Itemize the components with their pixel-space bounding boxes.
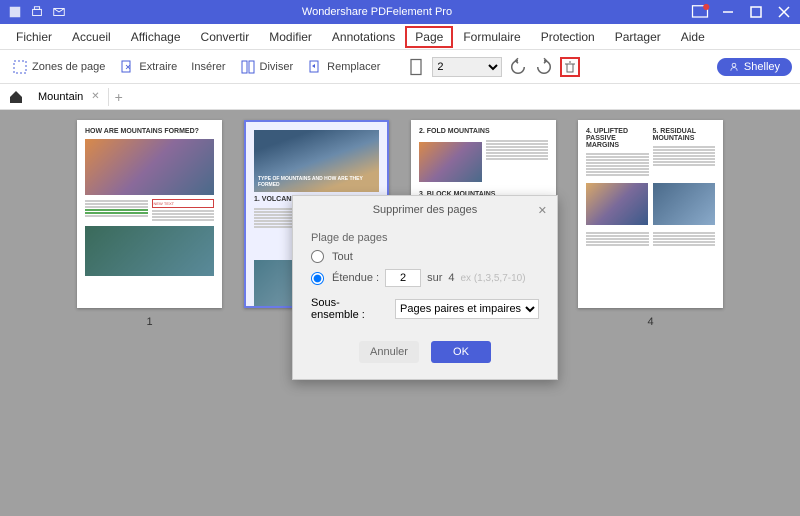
page-number: 4 (647, 316, 653, 328)
dialog-close-icon[interactable]: ✕ (538, 204, 547, 217)
menu-convertir[interactable]: Convertir (191, 26, 260, 48)
menu-fichier[interactable]: Fichier (6, 26, 62, 48)
tool-zones[interactable]: Zones de page (8, 56, 109, 78)
menu-modifier[interactable]: Modifier (259, 26, 322, 48)
menu-aide[interactable]: Aide (671, 26, 715, 48)
tool-replace[interactable]: Remplacer (303, 56, 384, 78)
workspace: HOW ARE MOUNTAINS FORMED? NEW TEXT 1 TYP… (0, 110, 800, 516)
subset-select[interactable]: Pages paires et impaires (395, 299, 539, 319)
page-icon[interactable] (406, 57, 426, 77)
close-icon[interactable] (772, 2, 796, 22)
menubar: Fichier Accueil Affichage Convertir Modi… (0, 24, 800, 50)
maximize-icon[interactable] (744, 2, 768, 22)
page-select[interactable]: 2 (432, 57, 502, 77)
delete-page-icon[interactable] (560, 57, 580, 77)
window-title: Wondershare PDFelement Pro (66, 6, 688, 18)
menu-annotations[interactable]: Annotations (322, 26, 405, 48)
tool-split[interactable]: Diviser (236, 56, 298, 78)
menu-partager[interactable]: Partager (605, 26, 671, 48)
app-icon (8, 5, 22, 19)
titlebar: Wondershare PDFelement Pro (0, 0, 800, 24)
menu-page[interactable]: Page (405, 26, 453, 48)
toolbar: Zones de page Extraire Insérer Diviser R… (0, 50, 800, 84)
page-thumb-4[interactable]: 4. UPLIFTED PASSIVE MARGINS 5. RESIDUAL … (578, 120, 723, 506)
subset-label: Sous-ensemble : (311, 297, 387, 321)
tab-close-icon[interactable]: ✕ (91, 91, 99, 102)
minimize-icon[interactable] (716, 2, 740, 22)
radio-all[interactable] (311, 250, 324, 263)
rotate-right-icon[interactable] (534, 57, 554, 77)
mail-icon[interactable] (52, 5, 66, 19)
document-tab[interactable]: Mountain✕ (30, 88, 109, 106)
user-button[interactable]: Shelley (717, 58, 792, 76)
tool-insert[interactable]: Insérer (187, 58, 229, 76)
replace-icon (307, 59, 323, 75)
menu-protection[interactable]: Protection (531, 26, 605, 48)
print-icon[interactable] (30, 5, 44, 19)
zones-icon (12, 59, 28, 75)
tool-extract[interactable]: Extraire (115, 56, 181, 78)
menu-affichage[interactable]: Affichage (121, 26, 191, 48)
radio-range[interactable] (311, 272, 324, 285)
ok-button[interactable]: OK (431, 341, 491, 363)
split-icon (240, 59, 256, 75)
home-icon[interactable] (8, 89, 24, 105)
page-number: 1 (146, 316, 152, 328)
page-thumb-1[interactable]: HOW ARE MOUNTAINS FORMED? NEW TEXT 1 (77, 120, 222, 506)
rotate-left-icon[interactable] (508, 57, 528, 77)
delete-pages-dialog: Supprimer des pages ✕ Plage de pages Tou… (292, 195, 558, 380)
dialog-title: Supprimer des pages (293, 196, 557, 224)
notification-icon[interactable] (688, 2, 712, 22)
menu-formulaire[interactable]: Formulaire (453, 26, 530, 48)
add-tab-icon[interactable]: + (115, 89, 123, 105)
user-icon (729, 62, 739, 72)
tabbar: Mountain✕ + (0, 84, 800, 110)
range-input[interactable] (385, 269, 421, 287)
range-group-label: Plage de pages (311, 232, 539, 244)
extract-icon (119, 59, 135, 75)
cancel-button[interactable]: Annuler (359, 341, 419, 363)
menu-accueil[interactable]: Accueil (62, 26, 121, 48)
